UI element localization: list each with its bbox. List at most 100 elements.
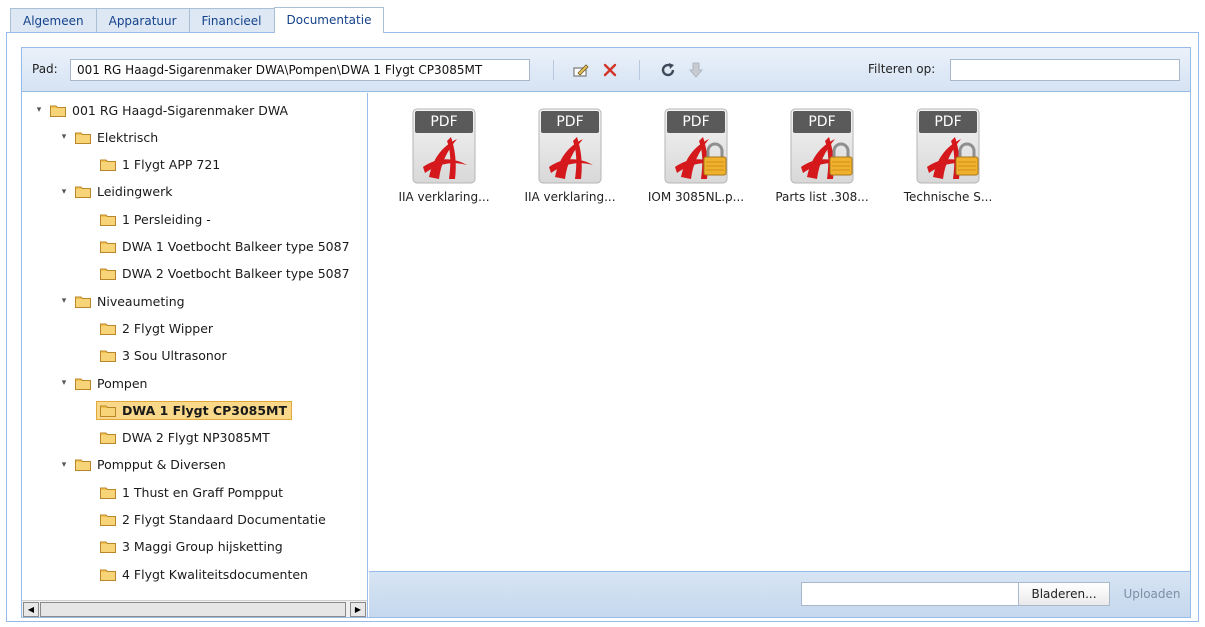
tree-node-content[interactable]: Niveaumeting: [71, 292, 189, 311]
tree-node-content[interactable]: 3 Maggi Group hijsketting: [96, 537, 287, 556]
tree-node[interactable]: 1 Flygt APP 721: [82, 154, 224, 176]
expand-arrow-icon[interactable]: ▾: [32, 105, 46, 115]
tree-node-content[interactable]: 4 Flygt Kwaliteitsdocumenten: [96, 565, 312, 584]
folder-tree: ▾ 001 RG Haagd-Sigarenmaker DWA ▾ Elektrisc…: [22, 93, 368, 617]
tree-node[interactable]: 2 Flygt Standaard Documentatie: [82, 509, 330, 531]
edit-icon[interactable]: [572, 60, 592, 80]
tree-node[interactable]: 3 Maggi Group hijsketting: [82, 536, 287, 558]
tree-node-content[interactable]: 1 Flygt APP 721: [96, 155, 224, 174]
tree-node-label: Pompen: [97, 375, 148, 391]
locked-pdf-icon: PDF: [663, 107, 729, 187]
scroll-left-icon[interactable]: ◀: [23, 602, 39, 617]
folder-icon: [100, 158, 116, 172]
tree-node[interactable]: DWA 1 Voetbocht Balkeer type 5087: [82, 236, 354, 258]
tree-node[interactable]: 2 Flygt Wipper: [82, 317, 217, 339]
tree-node[interactable]: ▾ 001 RG Haagd-Sigarenmaker DWA: [32, 99, 292, 121]
upload-file-input[interactable]: [801, 582, 1019, 606]
tree-node-label: 1 Persleiding -: [122, 211, 211, 227]
folder-icon: [75, 295, 91, 308]
pdf-icon: PDF: [537, 107, 603, 187]
download-icon[interactable]: [686, 60, 706, 80]
tree-node[interactable]: ▾ Leidingwerk: [57, 181, 176, 203]
tree-node[interactable]: DWA 2 Voetbocht Balkeer type 5087: [82, 263, 354, 285]
folder-icon: [100, 349, 116, 363]
file-name: Parts list .308...: [775, 190, 869, 204]
tree-node[interactable]: DWA 1 Flygt CP3085MT: [82, 399, 293, 421]
tree-node-content[interactable]: Pompen: [71, 374, 151, 393]
tree-node[interactable]: ▾ Pompen: [57, 372, 151, 394]
tree-node-content[interactable]: 1 Persleiding -: [96, 210, 215, 229]
path-input[interactable]: 001 RG Haagd-Sigarenmaker DWA\Pompen\DWA…: [70, 59, 530, 81]
tree-node-content[interactable]: DWA 2 Flygt NP3085MT: [96, 428, 274, 447]
locked-pdf-icon: PDF: [789, 107, 855, 187]
tree-node-label: Niveaumeting: [97, 293, 185, 309]
toolbar: Pad: 001 RG Haagd-Sigarenmaker DWA\Pompe…: [22, 48, 1190, 92]
pdf-badge-label: PDF: [556, 114, 584, 130]
folder-icon: [50, 104, 66, 117]
tab-apparatuur[interactable]: Apparatuur: [95, 8, 190, 33]
tree-node-content[interactable]: Pompput & Diversen: [71, 455, 230, 474]
tree-node-label: 2 Flygt Wipper: [122, 320, 214, 336]
tree-node-label: Pompput & Diversen: [97, 457, 226, 473]
file-grid: PDF IIA verklaring... PDF IIA verklaring...…: [369, 93, 1190, 571]
filter-input[interactable]: [950, 59, 1180, 81]
delete-icon[interactable]: [600, 60, 620, 80]
tree-node-content[interactable]: DWA 1 Flygt CP3085MT: [96, 400, 293, 420]
folder-icon: [75, 131, 91, 144]
file-item[interactable]: PDF IIA verklaring...: [384, 107, 504, 204]
folder-icon: [100, 404, 116, 417]
tree-node[interactable]: 1 Thust en Graff Pompput: [82, 481, 287, 503]
tree-node-content[interactable]: 2 Flygt Wipper: [96, 319, 217, 338]
file-item[interactable]: PDF Technische S...: [888, 107, 1008, 204]
tree-node[interactable]: ▾ Niveaumeting: [57, 290, 189, 312]
file-item[interactable]: PDF IOM 3085NL.p...: [636, 107, 756, 204]
tab-documentatie[interactable]: Documentatie: [273, 7, 385, 33]
document-browser: Pad: 001 RG Haagd-Sigarenmaker DWA\Pompe…: [21, 47, 1191, 618]
expand-arrow-icon[interactable]: ▾: [57, 296, 71, 306]
expand-arrow-icon[interactable]: ▾: [57, 132, 71, 142]
expand-arrow-icon[interactable]: ▾: [57, 378, 71, 388]
folder-icon: [100, 213, 116, 226]
tree-node[interactable]: 3 Sou Ultrasonor: [82, 345, 231, 367]
tab-algemeen[interactable]: Algemeen: [10, 8, 97, 33]
tree-node-content[interactable]: Elektrisch: [71, 128, 162, 147]
folder-icon: [100, 568, 116, 581]
upload-button[interactable]: Uploaden: [1119, 582, 1185, 606]
file-name: IIA verklaring...: [398, 190, 490, 204]
scroll-right-icon[interactable]: ▶: [350, 602, 366, 617]
folder-icon: [100, 267, 116, 281]
tree-node-content[interactable]: 3 Sou Ultrasonor: [96, 346, 231, 365]
tree-node[interactable]: ▾ Pompput & Diversen: [57, 454, 230, 476]
tree-node[interactable]: 4 Flygt Kwaliteitsdocumenten: [82, 563, 312, 585]
toolbar-separator: [639, 60, 640, 80]
path-label: Pad:: [32, 62, 58, 76]
scrollbar-thumb[interactable]: [40, 602, 346, 617]
tree-node-content[interactable]: 001 RG Haagd-Sigarenmaker DWA: [46, 101, 292, 120]
tree-node-content[interactable]: 2 Flygt Standaard Documentatie: [96, 510, 330, 529]
tree-node[interactable]: ▾ Elektrisch: [57, 126, 162, 148]
browse-button[interactable]: Bladeren...: [1018, 582, 1110, 606]
tree-node[interactable]: 1 Persleiding -: [82, 208, 215, 230]
folder-icon: [100, 513, 116, 526]
tree-node-content[interactable]: DWA 2 Voetbocht Balkeer type 5087: [96, 264, 354, 283]
expand-arrow-icon[interactable]: ▾: [57, 187, 71, 197]
folder-icon: [100, 322, 116, 335]
tree-node-label: Leidingwerk: [97, 184, 173, 200]
pdf-badge-label: PDF: [808, 114, 836, 130]
tree-node[interactable]: DWA 2 Flygt NP3085MT: [82, 427, 274, 449]
tree-node-content[interactable]: DWA 1 Voetbocht Balkeer type 5087: [96, 237, 354, 256]
tree-node-content[interactable]: 1 Thust en Graff Pompput: [96, 483, 287, 502]
refresh-icon[interactable]: [658, 60, 678, 80]
tree-node-label: 3 Sou Ultrasonor: [122, 348, 227, 364]
tree-node-label: 2 Flygt Standaard Documentatie: [122, 512, 326, 527]
expand-arrow-icon[interactable]: ▾: [57, 460, 71, 470]
tab-strip: Algemeen Apparatuur Financieel Documenta…: [10, 7, 385, 33]
horizontal-scrollbar[interactable]: ◀ ▶: [22, 600, 367, 617]
tab-financieel[interactable]: Financieel: [188, 8, 275, 33]
upload-bar: Bladeren... Uploaden: [369, 571, 1190, 617]
tree-node-content[interactable]: Leidingwerk: [71, 182, 176, 201]
file-item[interactable]: PDF Parts list .308...: [762, 107, 882, 204]
tree-node-label: DWA 1 Voetbocht Balkeer type 5087: [122, 239, 350, 254]
pdf-badge-label: PDF: [430, 114, 458, 130]
file-item[interactable]: PDF IIA verklaring...: [510, 107, 630, 204]
